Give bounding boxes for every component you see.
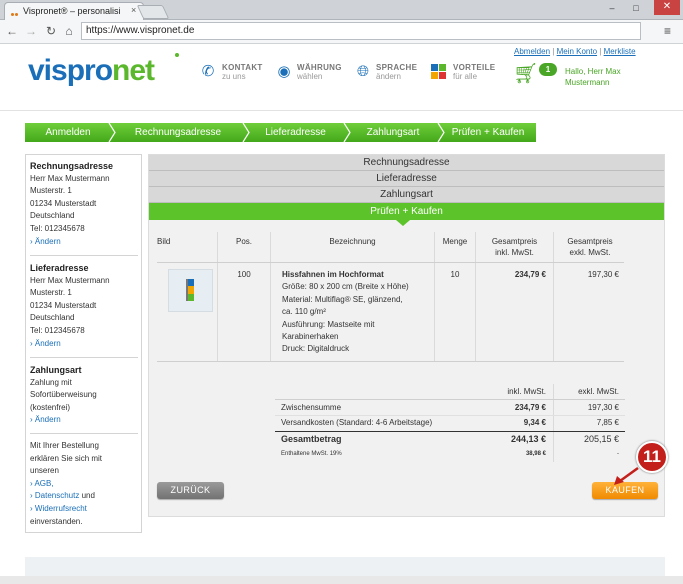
step-separator xyxy=(343,123,351,142)
summary-total: Gesamtbetrag 244,13 € 205,15 € xyxy=(281,434,619,444)
my-account-link[interactable]: Mein Konto xyxy=(557,47,597,56)
row-position: 100 xyxy=(237,270,251,279)
sidebar-shipping: Lieferadresse Herr Max Mustermann Muster… xyxy=(30,262,140,350)
row-quantity: 10 xyxy=(450,270,460,279)
summary-col-gross: inkl. MwSt. xyxy=(507,387,546,396)
vispronet-logo[interactable]: vispronet xyxy=(28,54,155,88)
account-links: Abmelden | Mein Konto | Merkliste xyxy=(514,47,636,56)
step-marker-badge: 11 xyxy=(636,441,668,473)
sidebar-consent: Mit Ihrer Bestellung erklären Sie sich m… xyxy=(30,440,140,528)
minimize-icon[interactable]: – xyxy=(606,3,618,14)
table-divider xyxy=(157,361,624,362)
col-gross: Gesamtpreis inkl. MwSt. xyxy=(491,237,538,257)
back-button[interactable]: ZURÜCK xyxy=(157,482,224,499)
row-gross: 234,79 € xyxy=(514,270,546,279)
step-review[interactable]: Prüfen + Kaufen xyxy=(440,123,536,142)
step-shipping[interactable]: Lieferadresse xyxy=(245,123,346,142)
column-divider xyxy=(270,263,271,361)
maximize-icon[interactable]: □ xyxy=(630,3,642,14)
logout-link[interactable]: Abmelden xyxy=(514,47,550,56)
step-billing[interactable]: Rechnungsadresse xyxy=(111,123,245,142)
phone-icon: ✆ xyxy=(201,63,215,80)
active-section-pointer xyxy=(396,220,410,226)
col-image: Bild xyxy=(157,237,171,246)
tab-close-icon[interactable]: × xyxy=(131,5,136,15)
browser-tab[interactable]: Vispronet® – personalisi × xyxy=(4,2,144,26)
change-billing-link[interactable]: › Ändern xyxy=(30,236,140,249)
summary-subtotal: Zwischensumme 234,79 € 197,30 € xyxy=(281,403,619,412)
url-input[interactable]: https://www.vispronet.de xyxy=(81,22,641,40)
step-login[interactable]: Anmelden xyxy=(25,123,111,142)
greeting-text: Hallo, Herr Max Mustermann xyxy=(565,67,621,87)
step-payment[interactable]: Zahlungsart xyxy=(346,123,440,142)
col-quantity: Menge xyxy=(442,237,468,246)
header-benefits[interactable]: VORTEILE für alle xyxy=(453,63,495,81)
logo-dot xyxy=(175,53,179,57)
coins-icon: ◉ xyxy=(277,63,291,80)
step-separator xyxy=(242,123,250,142)
summary-shipping: Versandkosten (Standard: 4-6 Arbeitstage… xyxy=(281,418,619,427)
agb-link[interactable]: › AGB, xyxy=(30,478,140,491)
accordion-shipping[interactable]: Lieferadresse xyxy=(149,171,664,187)
step-separator xyxy=(437,123,445,142)
accordion-payment[interactable]: Zahlungsart xyxy=(149,187,664,203)
favicon-icon xyxy=(11,8,21,26)
summary-vat: Enthaltene MwSt. 19% 38,98 € - xyxy=(281,451,619,457)
row-description: Hissfahnen im Hochformat Größe: 80 x 200… xyxy=(282,270,409,354)
summary-col-net: exkl. MwSt. xyxy=(578,387,619,396)
header-contact[interactable]: KONTAKT zu uns xyxy=(222,63,263,81)
summary-divider xyxy=(275,399,625,400)
withdrawal-link[interactable]: › Widerrufsrecht xyxy=(30,503,140,516)
reload-icon[interactable]: ↻ xyxy=(44,24,58,38)
globe-icon: 🌐︎ xyxy=(356,63,369,80)
accordion-review[interactable]: Prüfen + Kaufen xyxy=(149,203,664,220)
col-net: Gesamtpreis exkl. MwSt. xyxy=(567,237,613,257)
privacy-link[interactable]: › Datenschutz xyxy=(30,491,79,500)
address-bar-area: ← → ↻ ⌂ https://www.vispronet.de ≡ xyxy=(0,20,683,44)
col-description: Bezeichnung xyxy=(329,237,376,246)
checkout-steps: Anmelden Rechnungsadresse Lieferadresse … xyxy=(25,123,536,142)
wishlist-link[interactable]: Merkliste xyxy=(604,47,636,56)
puzzle-icon xyxy=(431,64,446,79)
sidebar-payment: Zahlungsart Zahlung mit Sofortüberweisun… xyxy=(30,364,140,427)
divider xyxy=(30,357,138,358)
tab-title: Vispronet® – personalisi xyxy=(23,6,121,16)
sidebar-billing: Rechnungsadresse Herr Max Mustermann Mus… xyxy=(30,160,140,248)
change-payment-link[interactable]: › Ändern xyxy=(30,414,140,427)
marker-arrow-icon xyxy=(614,466,639,485)
cart-count-badge: 1 xyxy=(539,63,557,76)
step-separator xyxy=(108,123,116,142)
home-icon[interactable]: ⌂ xyxy=(62,24,76,38)
header-currency[interactable]: WÄHRUNG wählen xyxy=(297,63,342,81)
browser-menu-icon[interactable]: ≡ xyxy=(664,24,671,38)
divider xyxy=(30,255,138,256)
divider xyxy=(30,433,138,434)
window-close-icon[interactable]: ✕ xyxy=(654,0,680,15)
flag-product-icon xyxy=(186,279,194,301)
change-shipping-link[interactable]: › Ändern xyxy=(30,338,140,351)
horizontal-scrollbar[interactable] xyxy=(0,576,683,584)
accordion-billing[interactable]: Rechnungsadresse xyxy=(149,155,664,171)
header-language[interactable]: SPRACHE ändern xyxy=(376,63,417,81)
forward-arrow-icon[interactable]: → xyxy=(24,24,38,38)
col-pos: Pos. xyxy=(235,237,252,246)
row-net: 197,30 € xyxy=(587,270,619,279)
back-arrow-icon[interactable]: ← xyxy=(5,24,19,38)
